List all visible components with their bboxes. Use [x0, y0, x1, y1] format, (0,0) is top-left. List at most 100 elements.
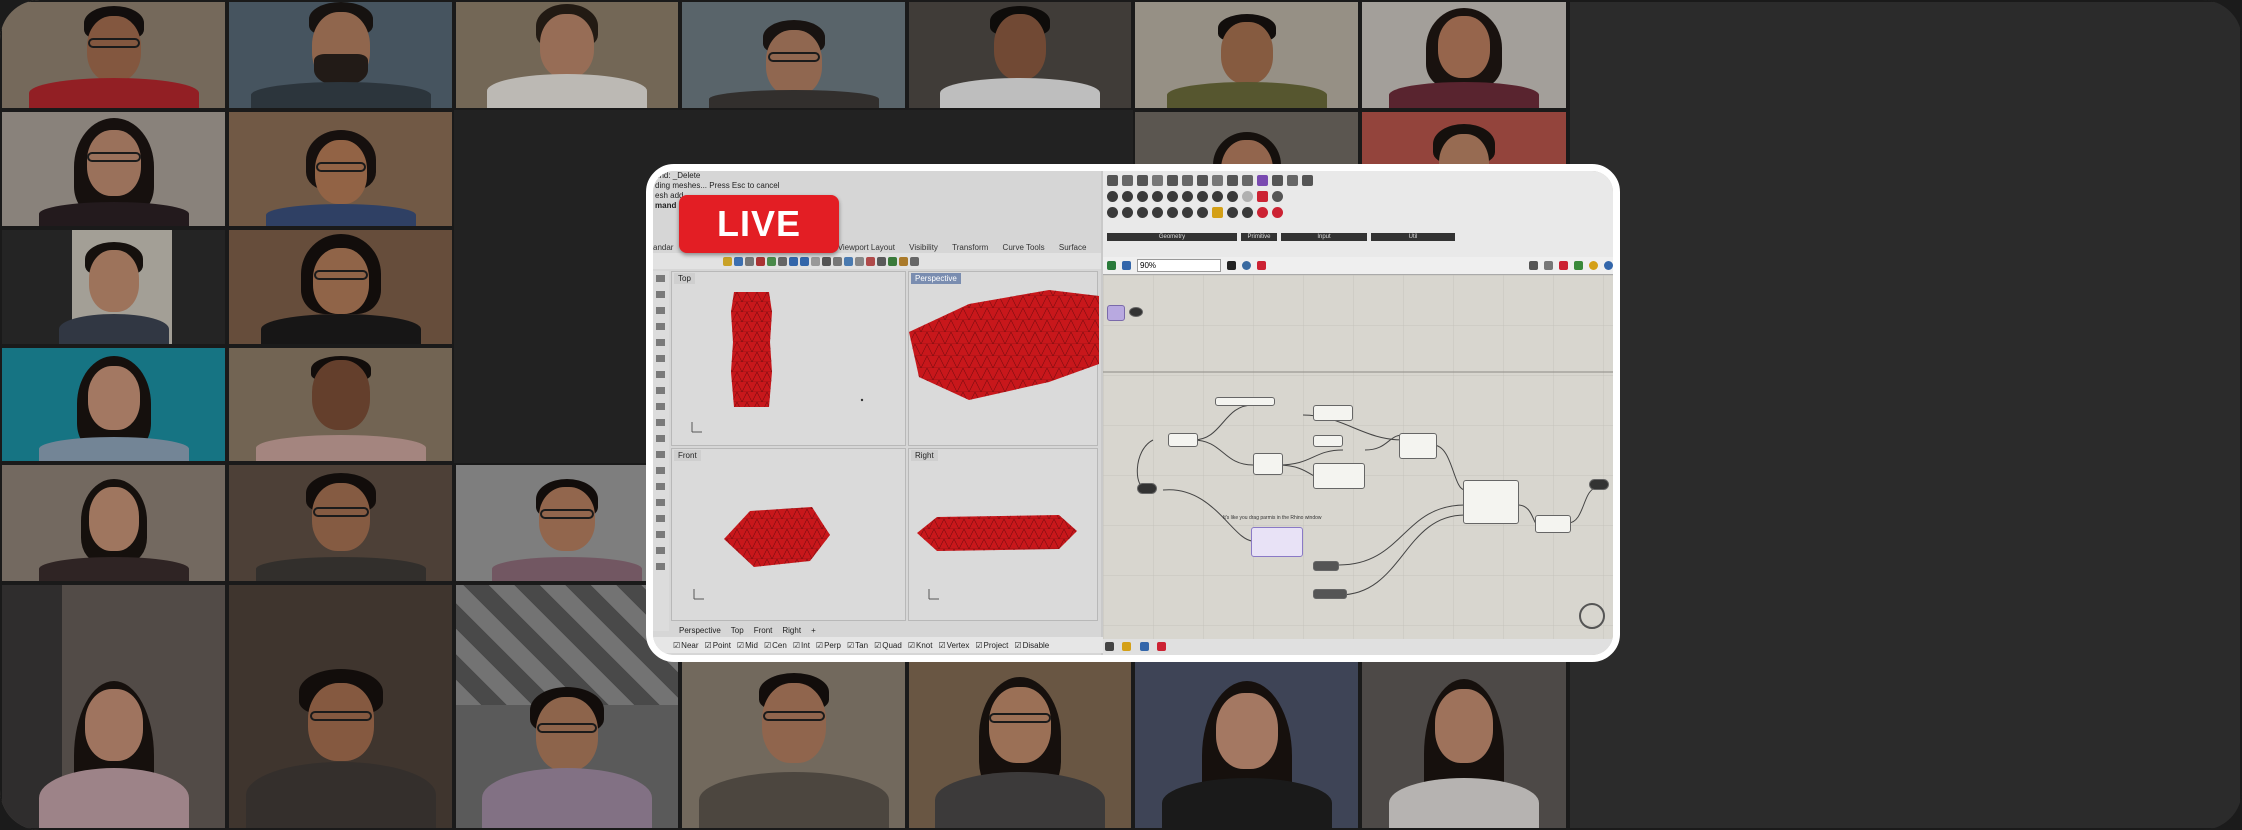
component-node[interactable]: [1463, 480, 1519, 524]
osnap-checkbox[interactable]: Project: [975, 641, 1009, 650]
component-icon[interactable]: [1212, 175, 1223, 186]
component-icon[interactable]: [1137, 207, 1148, 218]
osnap-checkbox[interactable]: Tan: [847, 641, 868, 650]
viewport-tab[interactable]: Top: [731, 626, 744, 635]
component-icon[interactable]: [1272, 207, 1283, 218]
component-icon[interactable]: [1302, 175, 1313, 186]
component-icon[interactable]: [1122, 191, 1133, 202]
osnap-checkbox[interactable]: Perp: [816, 641, 841, 650]
component-node[interactable]: [1535, 515, 1571, 533]
component-icon[interactable]: [1152, 191, 1163, 202]
osnap-checkbox[interactable]: Quad: [874, 641, 902, 650]
participant-tile[interactable]: [227, 228, 454, 346]
output-node[interactable]: [1589, 479, 1609, 490]
viewport-label[interactable]: Right: [911, 450, 938, 461]
rotate-view-icon[interactable]: [822, 256, 831, 266]
copy-icon[interactable]: [767, 256, 776, 266]
status-icon[interactable]: [1122, 642, 1132, 651]
grid-icon[interactable]: [855, 256, 864, 266]
viewport-label[interactable]: Perspective: [911, 273, 961, 284]
ribbon-category[interactable]: Util: [1371, 233, 1455, 241]
component-icon[interactable]: [1227, 207, 1238, 218]
ribbon-category[interactable]: Primitive: [1241, 233, 1277, 241]
undo-icon[interactable]: [789, 256, 798, 266]
status-icon[interactable]: [1157, 642, 1167, 651]
osnap-checkbox[interactable]: Disable: [1014, 641, 1050, 650]
osnap-checkbox[interactable]: Point: [705, 641, 731, 650]
grasshopper-canvas[interactable]: It's like you drag parmis in the Rhino w…: [1103, 275, 1613, 639]
toolbar-tab[interactable]: andar: [653, 243, 673, 252]
participant-tile[interactable]: [227, 463, 454, 583]
participant-tile[interactable]: [1360, 0, 1568, 110]
toolbar-tab[interactable]: Visibility: [909, 243, 938, 252]
zoom-field[interactable]: 90%: [1137, 259, 1221, 272]
component-icon[interactable]: [1107, 207, 1118, 218]
participant-tile[interactable]: [227, 346, 454, 463]
participant-tile[interactable]: [454, 0, 680, 110]
slider-node[interactable]: [1215, 397, 1275, 406]
viewport-perspective[interactable]: Perspective: [908, 271, 1099, 446]
component-icon[interactable]: [1212, 207, 1223, 218]
component-icon[interactable]: [1167, 191, 1178, 202]
selected-component-node[interactable]: [1251, 527, 1303, 557]
viewport-front[interactable]: Front: [671, 448, 906, 621]
eye-icon[interactable]: [1242, 261, 1251, 270]
viewport-label[interactable]: Front: [674, 450, 701, 461]
save-icon[interactable]: [1122, 261, 1131, 270]
component-icon[interactable]: [1272, 175, 1283, 186]
component-icon[interactable]: [1122, 207, 1133, 218]
osnap-checkbox[interactable]: Mid: [737, 641, 758, 650]
panel-node[interactable]: [1313, 561, 1339, 571]
viewport-top[interactable]: Top: [671, 271, 906, 446]
component-icon[interactable]: [1137, 191, 1148, 202]
participant-tile[interactable]: [907, 0, 1133, 110]
redo-icon[interactable]: [800, 256, 809, 266]
component-icon[interactable]: [1227, 191, 1238, 202]
participant-tile[interactable]: [227, 110, 454, 228]
participant-tile[interactable]: [227, 0, 454, 110]
component-icon[interactable]: [1242, 175, 1253, 186]
participant-tile[interactable]: [1568, 0, 2242, 830]
osnap-checkbox[interactable]: Vertex: [938, 641, 970, 650]
viewport-tab[interactable]: Right: [782, 626, 801, 635]
component-node[interactable]: [1313, 435, 1343, 447]
input-node[interactable]: [1137, 483, 1157, 494]
solver-icon[interactable]: [1604, 261, 1613, 270]
component-icon[interactable]: [1107, 175, 1118, 186]
component-node[interactable]: [1313, 405, 1353, 421]
participant-tile[interactable]: [0, 110, 227, 228]
toolbar-tab[interactable]: Transform: [952, 243, 988, 252]
component-icon[interactable]: [1152, 175, 1163, 186]
component-node[interactable]: [1168, 433, 1198, 447]
status-icon[interactable]: [1139, 642, 1149, 651]
component-node[interactable]: [1313, 463, 1365, 489]
ribbon-category[interactable]: Input: [1281, 233, 1367, 241]
viewport-label[interactable]: Top: [674, 273, 695, 284]
render-icon[interactable]: [877, 256, 886, 266]
component-icon[interactable]: [1242, 207, 1253, 218]
component-icon[interactable]: [1152, 207, 1163, 218]
properties-icon[interactable]: [910, 256, 919, 266]
paste-icon[interactable]: [778, 256, 787, 266]
save-icon[interactable]: [1107, 261, 1116, 270]
participant-tile[interactable]: [0, 463, 227, 583]
component-icon[interactable]: [1182, 207, 1193, 218]
component-icon[interactable]: [1137, 175, 1148, 186]
sketch-icon[interactable]: [1257, 261, 1266, 270]
component-icon[interactable]: [1197, 207, 1208, 218]
cut-icon[interactable]: [756, 256, 765, 266]
zoom-extents-icon[interactable]: [844, 256, 853, 266]
participant-tile[interactable]: [0, 583, 227, 830]
participant-tile[interactable]: [0, 346, 227, 463]
shade-icon[interactable]: [866, 256, 875, 266]
viewport-tab[interactable]: Perspective: [679, 626, 721, 635]
zoom-icon[interactable]: [833, 256, 842, 266]
shaded-icon[interactable]: [1559, 261, 1568, 270]
toolbar-tab[interactable]: Viewport Layout: [838, 243, 895, 252]
participant-tile[interactable]: [227, 583, 454, 830]
participant-tile[interactable]: [0, 0, 227, 110]
component-icon[interactable]: [1182, 191, 1193, 202]
bake-icon[interactable]: [1589, 261, 1598, 270]
component-icon[interactable]: [1197, 175, 1208, 186]
osnap-checkbox[interactable]: Near: [673, 641, 698, 650]
